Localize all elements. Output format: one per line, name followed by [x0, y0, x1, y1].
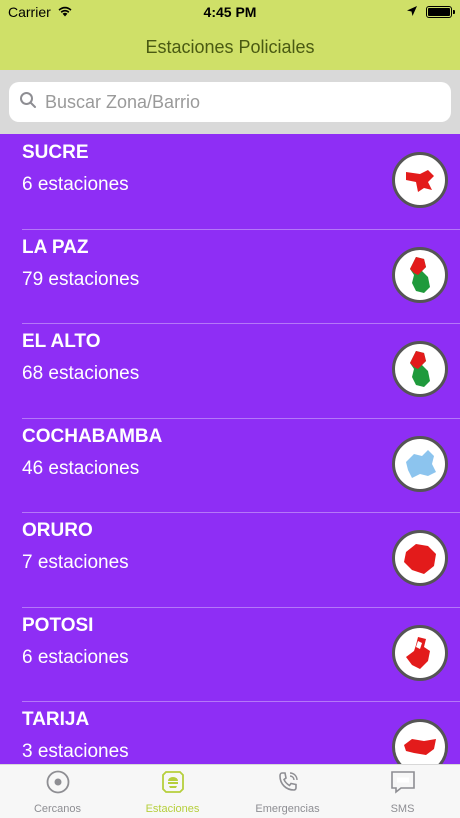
nav-bar: Estaciones Policiales: [0, 24, 460, 70]
tab-label: Cercanos: [33, 802, 82, 815]
department-name: ORURO: [22, 520, 93, 541]
location-arrow-icon: [406, 4, 418, 20]
tarija-map-icon: [392, 719, 448, 764]
carrier-label: Carrier: [8, 4, 51, 20]
station-count: 6 estaciones: [22, 646, 129, 668]
page-title: Estaciones Policiales: [145, 36, 315, 57]
station-count: 3 estaciones: [22, 741, 129, 762]
department-name: TARIJA: [22, 709, 90, 730]
list-item-potosi[interactable]: POTOSI 6 estaciones: [0, 607, 460, 702]
search-box[interactable]: [9, 82, 451, 122]
tab-label: SMS: [390, 802, 415, 815]
station-count: 68 estaciones: [22, 363, 140, 384]
department-name: COCHABAMBA: [22, 425, 163, 447]
sms-message-icon: [389, 769, 417, 800]
tab-sms[interactable]: SMS: [345, 765, 460, 818]
status-bar: Carrier 4:45 PM: [0, 0, 460, 24]
department-name: LA PAZ: [22, 236, 89, 258]
tab-estaciones[interactable]: Estaciones: [115, 765, 230, 818]
potosi-map-icon: [392, 624, 448, 681]
oruro-map-icon: [392, 530, 448, 586]
tab-cercanos[interactable]: Cercanos: [0, 765, 115, 818]
search-bar: [0, 70, 460, 134]
police-badge-icon: [160, 769, 186, 800]
battery-icon: [426, 6, 455, 18]
cochabamba-map-icon: [392, 435, 448, 492]
list-item-oruro[interactable]: ORURO 7 estaciones: [0, 512, 460, 608]
stations-list: SUCRE 6 estaciones LA PAZ 79 estaciones …: [0, 134, 460, 764]
chuquisaca-map-icon: [392, 152, 448, 208]
status-left: Carrier: [8, 4, 73, 20]
station-count: 6 estaciones: [22, 174, 129, 195]
list-item-sucre[interactable]: SUCRE 6 estaciones: [0, 134, 460, 230]
tab-label: Emergencias: [255, 802, 320, 815]
search-icon: [19, 91, 37, 114]
status-right: [406, 4, 455, 20]
search-input[interactable]: [45, 91, 441, 113]
location-target-icon: [45, 769, 71, 800]
department-name: EL ALTO: [22, 331, 101, 352]
station-count: 7 estaciones: [22, 552, 129, 573]
tab-emergencias[interactable]: Emergencias: [230, 765, 345, 818]
phone-call-icon: [275, 769, 301, 800]
tab-bar: Cercanos Estaciones Emergencias SMS: [0, 764, 460, 818]
el-alto-map-icon: [392, 341, 448, 397]
list-item-el-alto[interactable]: EL ALTO 68 estaciones: [0, 323, 460, 419]
list-item-tarija[interactable]: TARIJA 3 estaciones: [0, 701, 460, 764]
tab-label: Estaciones: [145, 802, 200, 815]
department-name: SUCRE: [22, 142, 89, 163]
department-name: POTOSI: [22, 614, 94, 636]
list-item-la-paz[interactable]: LA PAZ 79 estaciones: [0, 229, 460, 324]
station-count: 79 estaciones: [22, 268, 140, 290]
station-count: 46 estaciones: [22, 457, 140, 479]
wifi-icon: [57, 4, 73, 20]
la-paz-map-icon: [392, 246, 448, 303]
list-item-cochabamba[interactable]: COCHABAMBA 46 estaciones: [0, 418, 460, 513]
